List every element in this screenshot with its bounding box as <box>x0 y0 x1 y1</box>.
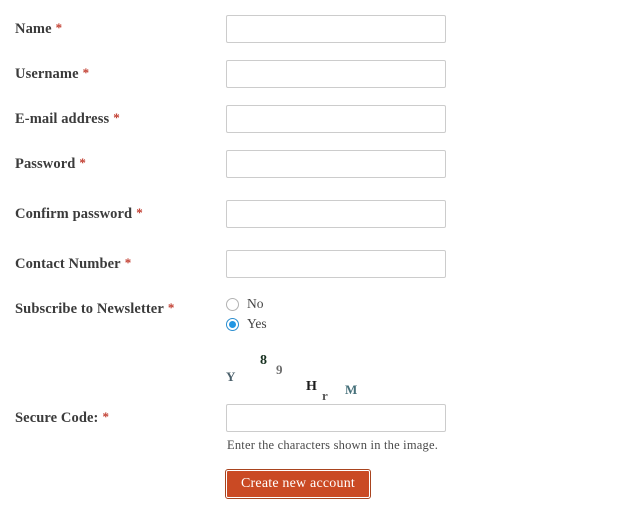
newsletter-option-yes[interactable]: Yes <box>226 314 267 334</box>
newsletter-option-no-label: No <box>247 296 264 312</box>
captcha-char-6: M <box>345 382 358 397</box>
confirm-password-input[interactable] <box>226 200 446 228</box>
email-input[interactable] <box>226 105 446 133</box>
label-password: Password * <box>15 149 86 179</box>
submit-button-wrap: Create new account <box>225 468 371 500</box>
label-username-text: Username <box>15 66 79 82</box>
form-row-email: E-mail address * <box>0 104 626 134</box>
radio-checked-icon[interactable] <box>226 317 239 331</box>
newsletter-option-no[interactable]: No <box>226 294 267 314</box>
label-email: E-mail address * <box>15 104 120 134</box>
label-newsletter-text: Subscribe to Newsletter <box>15 301 164 317</box>
required-marker: * <box>124 255 132 270</box>
captcha-char-2: 8 <box>260 353 267 368</box>
newsletter-option-yes-label: Yes <box>247 316 267 332</box>
required-marker: * <box>82 65 90 80</box>
form-row-newsletter: Subscribe to Newsletter * No Yes <box>0 294 626 340</box>
password-input[interactable] <box>226 150 446 178</box>
label-username: Username * <box>15 59 89 89</box>
required-marker: * <box>79 155 87 170</box>
captcha-char-4: H <box>306 379 317 394</box>
label-contact-number-text: Contact Number <box>15 256 121 272</box>
form-row-contact-number: Contact Number * <box>0 249 626 279</box>
captcha-char-1: Y <box>226 369 236 384</box>
label-confirm-password: Confirm password * <box>15 199 143 229</box>
contact-number-input[interactable] <box>226 250 446 278</box>
captcha-image: Y 8 9 H r M <box>226 348 446 403</box>
name-input[interactable] <box>226 15 446 43</box>
label-email-text: E-mail address <box>15 111 110 127</box>
required-marker: * <box>113 110 120 125</box>
form-row-secure-code: Secure Code: * <box>0 403 626 433</box>
secure-code-input[interactable] <box>226 404 446 432</box>
secure-code-help-text: Enter the characters shown in the image. <box>227 438 439 452</box>
create-new-account-button[interactable]: Create new account <box>225 468 371 500</box>
radio-unchecked-icon[interactable] <box>226 297 239 311</box>
label-newsletter: Subscribe to Newsletter * <box>15 294 175 324</box>
captcha-char-5: r <box>322 388 328 403</box>
required-marker: * <box>102 409 110 424</box>
label-password-text: Password <box>15 156 76 172</box>
label-secure-code-text: Secure Code: <box>15 410 99 426</box>
create-account-form: Name * Username * E-mail address * Password… <box>0 0 626 515</box>
label-contact-number: Contact Number * <box>15 249 131 279</box>
form-row-username: Username * <box>0 59 626 89</box>
required-marker: * <box>167 300 175 315</box>
form-row-password: Password * <box>0 149 626 179</box>
label-name-text: Name <box>15 21 52 37</box>
form-row-confirm-password: Confirm password * <box>0 199 626 229</box>
form-row-name: Name * <box>0 14 626 44</box>
required-marker: * <box>136 205 143 220</box>
required-marker: * <box>55 20 63 35</box>
label-confirm-password-text: Confirm password <box>15 206 133 222</box>
label-name: Name * <box>15 14 62 44</box>
label-secure-code: Secure Code: * <box>15 403 109 433</box>
newsletter-radio-group: No Yes <box>226 294 267 334</box>
captcha-char-3: 9 <box>276 362 283 377</box>
username-input[interactable] <box>226 60 446 88</box>
